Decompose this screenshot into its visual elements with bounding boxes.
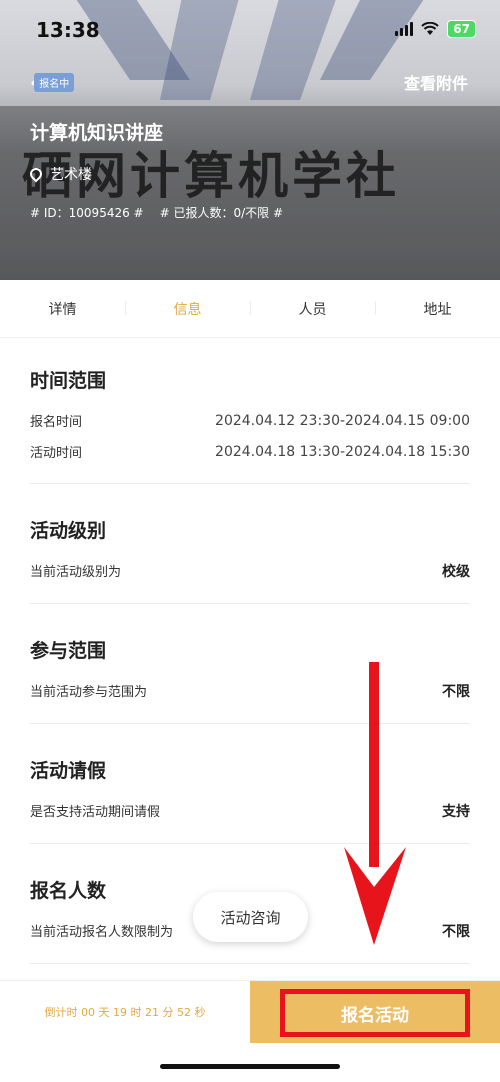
- row-label: 是否支持活动期间请假: [30, 805, 161, 820]
- event-location: 艺术楼: [27, 164, 92, 184]
- row-value: 校级: [442, 563, 470, 580]
- register-area: 报名活动: [250, 981, 500, 1043]
- view-attachment-link[interactable]: 查看附件: [404, 70, 468, 94]
- tab-bar: 详情 信息 人员 地址: [0, 280, 500, 338]
- section-title: 时间范围: [30, 370, 107, 392]
- tab-address[interactable]: 地址: [375, 299, 500, 319]
- countdown-timer: 倒计时 00 天 19 时 21 分 52 秒: [44, 1006, 206, 1019]
- list-item: 当前活动级别为 校级: [30, 555, 470, 586]
- back-button[interactable]: ‹ 报名中: [30, 70, 75, 94]
- wifi-icon: [421, 22, 439, 35]
- row-value: 2024.04.12 23:30-2024.04.15 09:00: [215, 412, 470, 429]
- list-item: 活动时间 2024.04.18 13:30-2024.04.18 15:30: [30, 436, 470, 467]
- row-label: 当前活动级别为: [30, 565, 122, 580]
- consult-button[interactable]: 活动咨询: [193, 892, 308, 942]
- tab-info[interactable]: 信息: [125, 299, 250, 319]
- bottom-action-bar: 倒计时 00 天 19 时 21 分 52 秒 报名活动: [0, 980, 500, 1043]
- cellular-signal-icon: [395, 22, 414, 36]
- row-label: 当前活动参与范围为: [30, 685, 148, 700]
- register-button[interactable]: 报名活动: [280, 989, 470, 1037]
- row-value: 不限: [442, 683, 470, 700]
- time-range-section: 时间范围 报名时间 2024.04.12 23:30-2024.04.15 09…: [30, 366, 470, 484]
- row-value: 不限: [442, 923, 470, 940]
- tab-members[interactable]: 人员: [250, 299, 375, 319]
- status-badge: 报名中: [34, 72, 75, 92]
- activity-level-section: 活动级别 当前活动级别为 校级: [30, 516, 470, 604]
- tab-details[interactable]: 详情: [0, 299, 125, 319]
- row-label: 活动时间: [30, 446, 83, 461]
- registered-count: # 已报人数：0/不限 #: [159, 206, 284, 220]
- row-value: 2024.04.18 13:30-2024.04.18 15:30: [215, 443, 470, 460]
- row-value: 支持: [442, 803, 470, 820]
- status-time: 13:38: [36, 18, 100, 42]
- row-label: 当前活动报名人数限制为: [30, 925, 174, 940]
- home-indicator: [160, 1064, 340, 1069]
- battery-icon: 67: [447, 20, 476, 38]
- section-title: 活动级别: [30, 520, 107, 542]
- location-text: 艺术楼: [50, 167, 92, 183]
- row-label: 报名时间: [30, 415, 83, 430]
- header-banner: 13:38 67 ‹ 报名中 查看附件 硒网计算机学社 计算机知识讲座 艺术楼 …: [0, 0, 500, 280]
- status-icons: 67: [395, 20, 476, 38]
- location-pin-icon: [27, 165, 45, 183]
- arrow-down-icon: [344, 662, 406, 945]
- event-id: # ID：10095426 #: [30, 206, 144, 220]
- section-title: 参与范围: [30, 640, 107, 662]
- event-title: 计算机知识讲座: [30, 122, 164, 144]
- event-meta: # ID：10095426 # # 已报人数：0/不限 #: [30, 204, 283, 221]
- list-item: 报名时间 2024.04.12 23:30-2024.04.15 09:00: [30, 405, 470, 436]
